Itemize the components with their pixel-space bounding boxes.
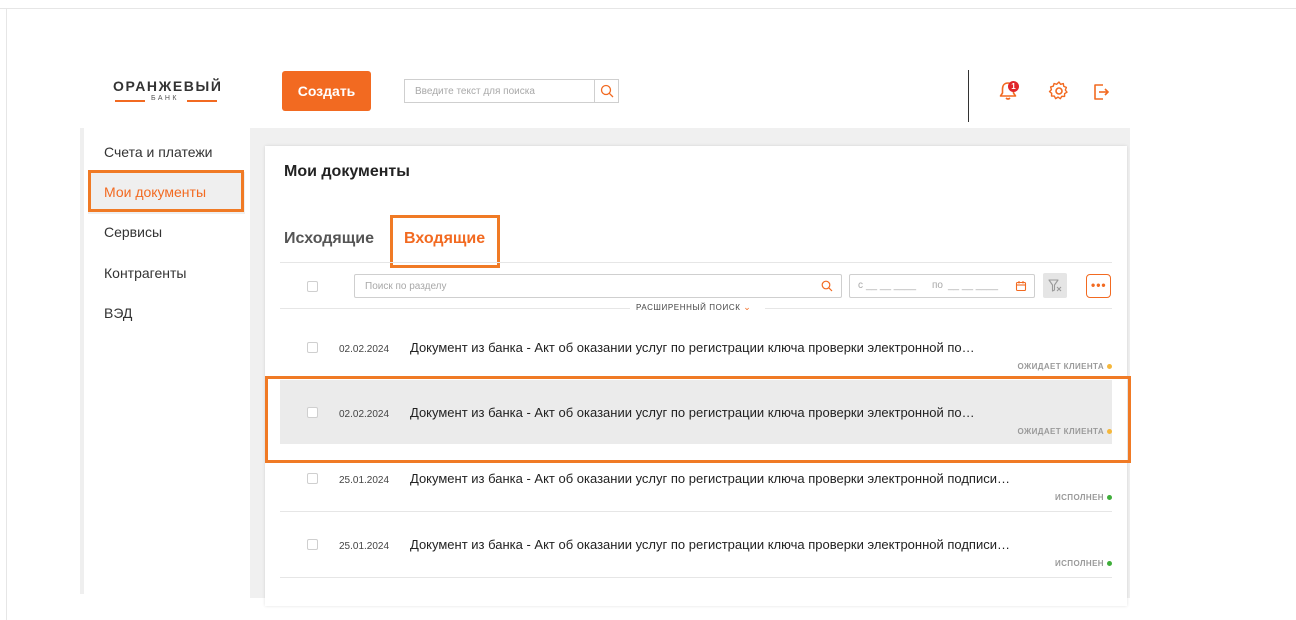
section-search bbox=[354, 274, 842, 298]
advanced-search-toggle[interactable]: РАСШИРЕННЫЙ ПОИСК ⌄ bbox=[634, 302, 754, 313]
document-title[interactable]: Документ из банка - Акт об оказании услу… bbox=[410, 537, 1010, 552]
logo-name: ОРАНЖЕВЫЙ bbox=[113, 78, 223, 94]
row-checkbox[interactable] bbox=[307, 473, 318, 484]
create-button[interactable]: Создать bbox=[282, 71, 371, 111]
select-all-checkbox[interactable] bbox=[307, 281, 318, 292]
filter-clear-icon bbox=[1048, 279, 1062, 292]
logo-line-left bbox=[115, 100, 145, 102]
gear-icon[interactable] bbox=[1048, 80, 1070, 102]
row-checkbox[interactable] bbox=[307, 539, 318, 550]
logo-subtitle-row: БАНК bbox=[113, 95, 221, 105]
document-row[interactable]: 25.01.2024 Документ из банка - Акт об ок… bbox=[280, 512, 1112, 576]
advanced-search-line-left bbox=[280, 308, 630, 309]
document-row[interactable]: 02.02.2024 Документ из банка - Акт об ок… bbox=[280, 315, 1112, 379]
status-dot bbox=[1107, 364, 1112, 370]
sidebar-highlight-frame bbox=[88, 170, 244, 212]
tab-highlight-frame bbox=[390, 215, 500, 268]
notification-badge: 1 bbox=[1008, 81, 1019, 92]
row-divider bbox=[280, 577, 1112, 578]
date-to-placeholder[interactable]: __ __ ____ bbox=[948, 280, 998, 291]
sidebar-item-counterparties[interactable]: Контрагенты bbox=[104, 265, 186, 281]
advanced-search-line-right bbox=[765, 308, 1112, 309]
document-date: 25.01.2024 bbox=[339, 541, 390, 552]
sidebar-item-ved[interactable]: ВЭД bbox=[104, 305, 132, 321]
global-search bbox=[404, 79, 619, 103]
window-left-border bbox=[6, 8, 7, 620]
tab-outgoing[interactable]: Исходящие bbox=[284, 230, 374, 248]
section-search-input[interactable] bbox=[355, 275, 805, 297]
more-actions-button[interactable]: ••• bbox=[1086, 274, 1111, 298]
status-label: ИСПОЛНЕН bbox=[1054, 559, 1104, 568]
header-divider bbox=[968, 70, 969, 122]
date-to-label: по bbox=[932, 280, 943, 291]
document-row[interactable]: 25.01.2024 Документ из банка - Акт об ок… bbox=[280, 446, 1112, 510]
document-title[interactable]: Документ из банка - Акт об оказании услу… bbox=[410, 340, 975, 355]
date-range-filter[interactable]: с __ __ ____ по __ __ ____ bbox=[849, 274, 1035, 298]
status-label: ИСПОЛНЕН bbox=[1054, 493, 1104, 502]
status-label: ОЖИДАЕТ КЛИЕНТА bbox=[1017, 362, 1104, 371]
tabs-divider bbox=[280, 262, 1112, 263]
status-badge: ОЖИДАЕТ КЛИЕНТА bbox=[1017, 362, 1112, 371]
status-dot bbox=[1107, 495, 1112, 501]
page-title: Мои документы bbox=[284, 163, 410, 180]
search-separator bbox=[594, 80, 595, 102]
sidebar-item-services[interactable]: Сервисы bbox=[104, 224, 162, 240]
logo-line-right bbox=[187, 100, 217, 102]
status-badge: ИСПОЛНЕН bbox=[1055, 493, 1112, 502]
sidebar-item-accounts[interactable]: Счета и платежи bbox=[104, 144, 213, 160]
status-badge: ИСПОЛНЕН bbox=[1055, 559, 1112, 568]
document-date: 25.01.2024 bbox=[339, 475, 390, 486]
bank-logo[interactable]: ОРАНЖЕВЫЙ БАНК bbox=[113, 78, 223, 108]
row-checkbox[interactable] bbox=[307, 342, 318, 353]
advanced-search-label: РАСШИРЕННЫЙ ПОИСК bbox=[636, 303, 741, 312]
date-from-label: с bbox=[858, 280, 863, 291]
date-from-placeholder[interactable]: __ __ ____ bbox=[866, 280, 916, 291]
global-search-input[interactable] bbox=[405, 80, 595, 102]
search-icon[interactable] bbox=[821, 280, 833, 292]
status-dot bbox=[1107, 561, 1112, 567]
logo-subtitle: БАНК bbox=[151, 95, 179, 102]
window-top-border bbox=[0, 0, 1296, 9]
document-date: 02.02.2024 bbox=[339, 344, 390, 355]
logout-icon[interactable] bbox=[1090, 81, 1112, 103]
document-title[interactable]: Документ из банка - Акт об оказании услу… bbox=[410, 471, 1010, 486]
chevron-down-icon: ⌄ bbox=[743, 302, 752, 312]
search-icon[interactable] bbox=[600, 84, 614, 98]
more-dots-icon: ••• bbox=[1091, 278, 1107, 292]
calendar-icon[interactable] bbox=[1015, 280, 1027, 292]
clear-filter-button[interactable] bbox=[1043, 273, 1067, 298]
